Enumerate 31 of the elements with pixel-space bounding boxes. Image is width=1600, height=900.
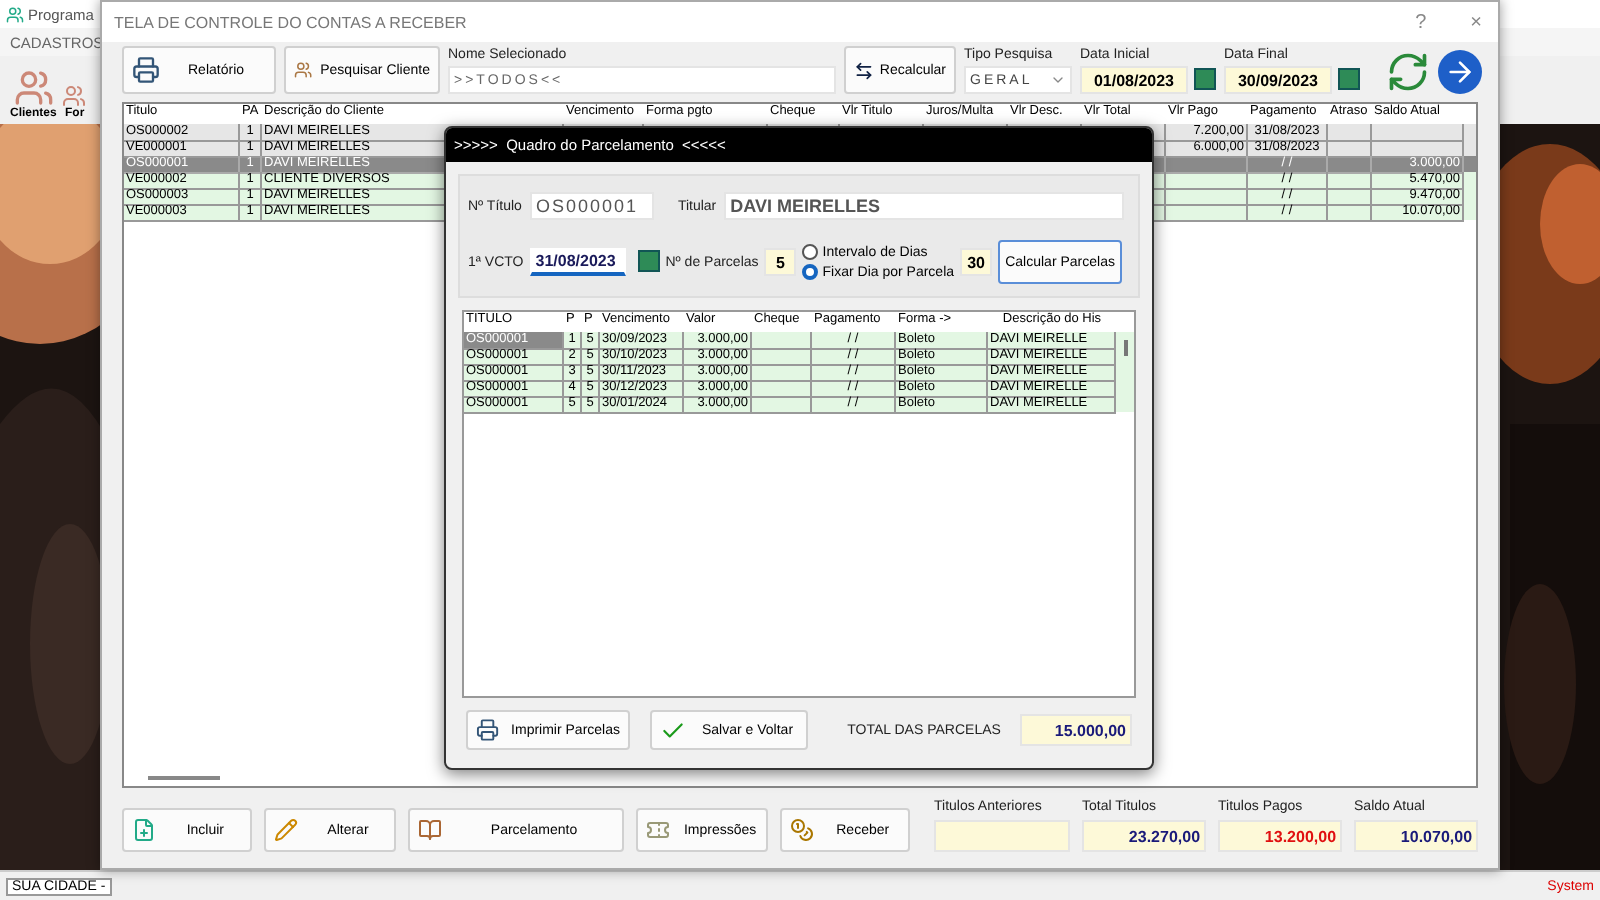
printer-icon (476, 718, 500, 742)
arrow-right-icon[interactable] (1438, 50, 1482, 94)
swap-arrows-icon (854, 59, 874, 81)
chevron-down-icon (1050, 72, 1066, 88)
window-title: TELA DE CONTROLE DO CONTAS A RECEBER (114, 13, 467, 31)
title-number-field[interactable]: OS000001 (529, 192, 654, 220)
printer-icon (132, 56, 160, 84)
start-date-field[interactable]: 01/08/2023 (1080, 66, 1188, 94)
total-field: 10.070,00 (1354, 820, 1479, 852)
book-icon (417, 818, 442, 842)
end-date-field[interactable]: 30/09/2023 (1224, 66, 1332, 94)
people-icon (13, 68, 54, 108)
day-field[interactable]: 30 (960, 248, 993, 276)
first-due-field[interactable]: 31/08/2023 (529, 248, 626, 276)
file-plus-icon (132, 818, 156, 842)
installments-field[interactable]: 5 (764, 248, 797, 276)
refresh-icon[interactable] (1386, 50, 1430, 94)
help-button[interactable]: ? (1399, 11, 1443, 33)
people-icon (294, 58, 313, 82)
coins-icon (789, 818, 814, 842)
total-field: 13.200,00 (1218, 820, 1343, 852)
app-icon (6, 5, 24, 23)
ticket-icon (646, 818, 671, 842)
total-field (934, 820, 1071, 852)
check-icon (660, 717, 686, 743)
total-field: 23.270,00 (1082, 820, 1207, 852)
close-button[interactable]: × (1454, 11, 1498, 33)
pencil-icon (274, 818, 299, 842)
holder-field[interactable]: DAVI MEIRELLES (724, 192, 1125, 220)
total-field: 15.000,00 (1020, 714, 1132, 746)
people-icon (62, 84, 87, 108)
